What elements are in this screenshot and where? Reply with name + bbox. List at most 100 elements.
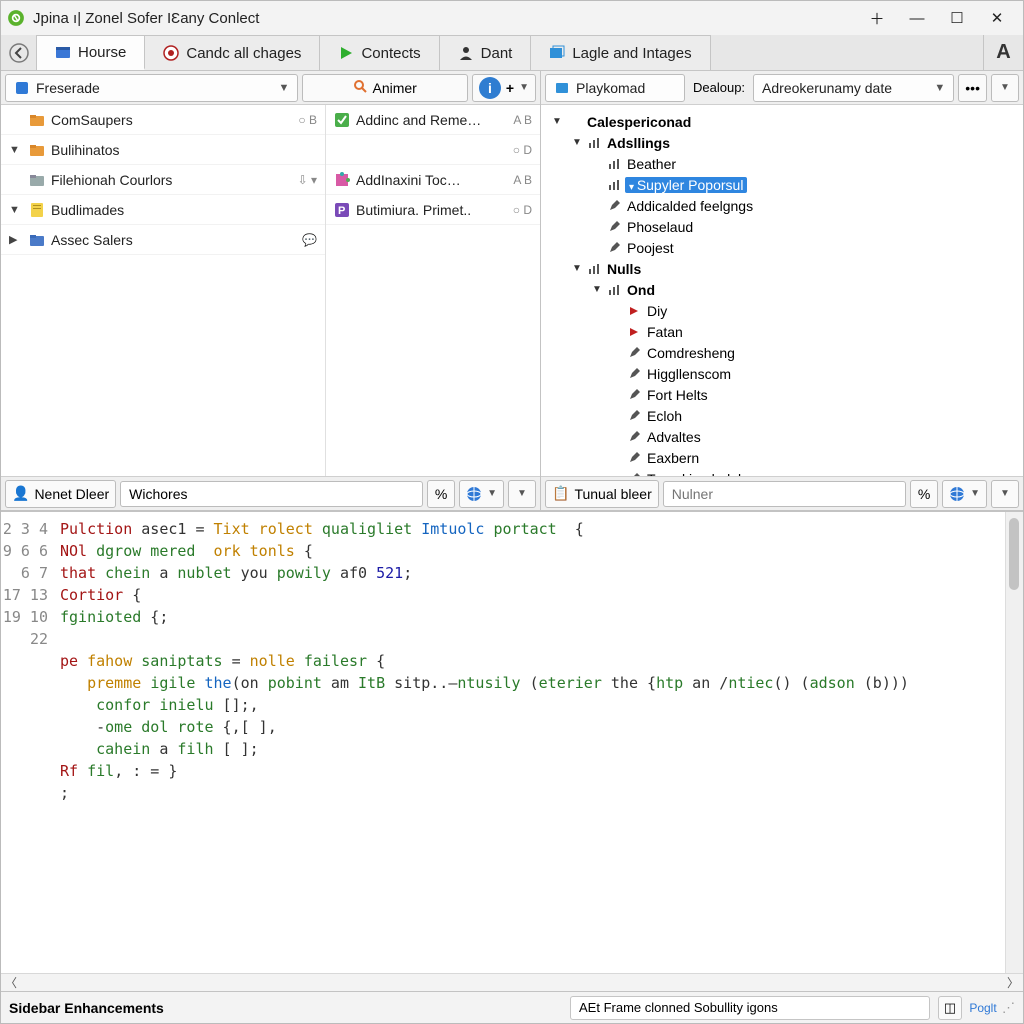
right-filter-input[interactable]	[663, 481, 906, 507]
tree-item[interactable]: ▼Bulihinatos	[1, 135, 325, 165]
globe-button[interactable]: ▼	[942, 480, 987, 508]
sort-combo[interactable]: Adreokerunamy date ▼	[753, 74, 954, 102]
tab-candc[interactable]: Candc all chages	[145, 35, 320, 70]
outline-tree: ▼Calespericonad▼AdsllingsBeather▾ Supyle…	[541, 105, 1023, 476]
nenet-dleer-button[interactable]: 👤 Nenet Dleer	[5, 480, 116, 508]
minimize-button[interactable]: —	[897, 4, 937, 32]
nav-back-button[interactable]	[1, 35, 37, 70]
outline-item[interactable]: Advaltes	[543, 426, 1019, 447]
tab-contects[interactable]: Contects	[320, 35, 439, 70]
left-tree-col1: ComSaupers○ B▼BulihinatosFilehionah Cour…	[1, 105, 326, 476]
person-icon	[458, 45, 474, 61]
scroll-right-icon[interactable]: 〉	[1007, 974, 1019, 991]
outline-item[interactable]: ▾ Supyler Poporsul	[543, 174, 1019, 195]
status-panel-button[interactable]: ◫	[938, 996, 962, 1020]
tree-item[interactable]: ComSaupers○ B	[1, 105, 325, 135]
outline-item[interactable]: Poojest	[543, 237, 1019, 258]
playkomad-combo[interactable]: Playkomad	[545, 74, 685, 102]
left-toolbar: Freserade ▼ Animer i + ▼	[1, 71, 540, 105]
more-dropdown[interactable]: ▼	[508, 480, 536, 508]
percent-button[interactable]: %	[427, 480, 455, 508]
filter-btn-label: Nenet Dleer	[34, 486, 109, 502]
maximize-button[interactable]: ☐	[937, 4, 977, 32]
tab-hourse[interactable]: Hourse	[37, 35, 145, 70]
dropdown-menu[interactable]: ▼	[991, 74, 1019, 102]
status-resize-grip[interactable]: ⋰	[1002, 1000, 1015, 1016]
outline-item[interactable]: Fort Helts	[543, 384, 1019, 405]
tunual-bleer-button[interactable]: 📋 Tunual bleer	[545, 480, 659, 508]
percent-button[interactable]: %	[910, 480, 938, 508]
play-icon	[338, 45, 354, 61]
tab-label: Contects	[361, 45, 420, 62]
search-icon	[353, 79, 367, 96]
animer-search[interactable]: Animer	[302, 74, 467, 102]
tree-item[interactable]: Filehionah Courlors⇩ ▾	[1, 165, 325, 195]
main-area: Freserade ▼ Animer i + ▼ ComSaupers○ B▼B…	[1, 71, 1023, 991]
tree-item[interactable]: ○ D	[326, 135, 540, 165]
status-field[interactable]	[570, 996, 930, 1020]
outline-item[interactable]: ▼Calespericonad	[543, 111, 1019, 132]
right-panel: Playkomad Dealoup: Adreokerunamy date ▼ …	[541, 71, 1023, 510]
search-label: Animer	[372, 80, 416, 96]
tab-dant[interactable]: Dant	[440, 35, 532, 70]
filter-icon: 📋	[552, 485, 569, 502]
combo-icon	[554, 80, 570, 96]
status-bar: Sidebar Enhancements ◫ Poglt ⋰	[1, 991, 1023, 1023]
title-bar: Jpina ı| Zonel Sofer IƐany Conlect ＋ — ☐…	[1, 1, 1023, 35]
close-button[interactable]: ✕	[977, 4, 1017, 32]
combo-text: Freserade	[36, 80, 273, 96]
status-globe-button[interactable]: Poglt	[970, 996, 994, 1020]
app-window: Jpina ı| Zonel Sofer IƐany Conlect ＋ — ☐…	[0, 0, 1024, 1024]
tab-label: Hourse	[78, 44, 126, 61]
line-gutter: 2 3 4 9 6 6 6 7 17 13 19 10 22	[1, 512, 56, 973]
scroll-left-icon[interactable]: 〈	[5, 974, 17, 991]
font-size-button[interactable]: A	[983, 35, 1023, 70]
code-editor[interactable]: 2 3 4 9 6 6 6 7 17 13 19 10 22 Pulction …	[1, 511, 1023, 973]
scrollbar-thumb[interactable]	[1009, 518, 1019, 590]
new-tab-button[interactable]: ＋	[857, 4, 897, 32]
tree-item[interactable]: ▼Budlimades	[1, 195, 325, 225]
outline-item[interactable]: Higgllenscom	[543, 363, 1019, 384]
freserade-combo[interactable]: Freserade ▼	[5, 74, 298, 102]
combo-text: Playkomad	[576, 80, 676, 96]
right-toolbar: Playkomad Dealoup: Adreokerunamy date ▼ …	[541, 71, 1023, 105]
tab-label: Dant	[481, 45, 513, 62]
vertical-scrollbar[interactable]	[1005, 512, 1023, 973]
tree-item[interactable]: ▶Assec Salers💬	[1, 225, 325, 255]
left-filter-bar: 👤 Nenet Dleer % ▼ ▼	[1, 476, 540, 510]
outline-item[interactable]: Ecloh	[543, 405, 1019, 426]
outline-item[interactable]: Fatan	[543, 321, 1019, 342]
outline-item[interactable]: ▼Nulls	[543, 258, 1019, 279]
plus-icon: i	[479, 77, 501, 99]
outline-item[interactable]: Addicalded feelgngs	[543, 195, 1019, 216]
outline-item[interactable]: ▼Adsllings	[543, 132, 1019, 153]
left-filter-input[interactable]	[120, 481, 423, 507]
tree-item[interactable]: Addinc and Reme…A B	[326, 105, 540, 135]
combo-icon	[14, 80, 30, 96]
code-content[interactable]: Pulction asec1 = Tixt rolect qualigliet …	[56, 512, 1005, 973]
app-icon	[7, 9, 25, 27]
outline-item[interactable]: Eaxbern	[543, 447, 1019, 468]
left-tree-col2: Addinc and Reme…A B○ DAddInaxini Toc…A B…	[326, 105, 540, 476]
chevron-down-icon: ▼	[279, 82, 290, 94]
horizontal-scrollbar[interactable]: 〈 〉	[1, 973, 1023, 991]
outline-item[interactable]: Diy	[543, 300, 1019, 321]
outline-item[interactable]: ▼Ond	[543, 279, 1019, 300]
outline-item[interactable]: Beather	[543, 153, 1019, 174]
images-icon	[549, 45, 565, 61]
outline-item[interactable]: Phoselaud	[543, 216, 1019, 237]
more-menu[interactable]: •••	[958, 74, 987, 102]
status-left: Sidebar Enhancements	[9, 1000, 164, 1016]
outline-item[interactable]: Typerking helel	[543, 468, 1019, 476]
tree-item[interactable]: AddInaxini Toc…A B	[326, 165, 540, 195]
svg-text:P: P	[338, 205, 345, 217]
add-button[interactable]: i + ▼	[472, 74, 536, 102]
chevron-down-icon: ▼	[519, 82, 529, 93]
chevron-down-icon: ▼	[934, 82, 945, 94]
more-dropdown[interactable]: ▼	[991, 480, 1019, 508]
outline-item[interactable]: Comdresheng	[543, 342, 1019, 363]
tree-item[interactable]: PButimiura. Primet..○ D	[326, 195, 540, 225]
window-title: Jpina ı| Zonel Sofer IƐany Conlect	[33, 10, 259, 27]
globe-button[interactable]: ▼	[459, 480, 504, 508]
tab-lagle[interactable]: Lagle and Intages	[531, 35, 710, 70]
